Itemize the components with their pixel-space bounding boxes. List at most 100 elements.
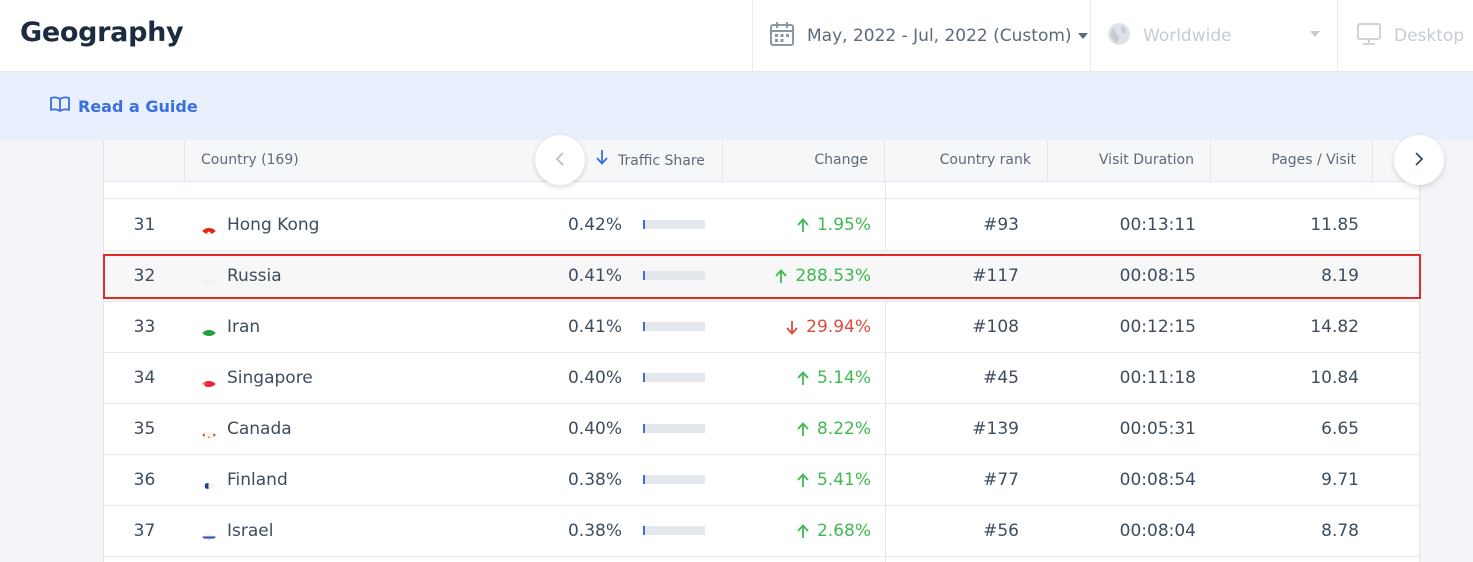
country-name: Hong Kong [227, 215, 320, 235]
table-row[interactable]: 34 Singapore 0.40% 5.14% #45 00:11:18 10.84 [104, 353, 1421, 404]
row-rank: 35 [133, 419, 156, 439]
traffic-share-bar-fill [643, 424, 645, 433]
table-row[interactable]: 36 Finland 0.38% 5.41% #77 00:08:54 9.71 [104, 455, 1421, 506]
date-range-label: May, 2022 - Jul, 2022 (Custom) [807, 25, 1072, 46]
scroll-right-button[interactable] [1394, 135, 1444, 185]
row-traffic-share: 0.38% [567, 521, 622, 541]
traffic-share-bar [643, 322, 705, 331]
iran-flag-icon [200, 318, 218, 336]
country-name: Finland [227, 470, 288, 490]
hong-kong-flag-icon [200, 216, 218, 234]
row-country-rank: #117 [972, 266, 1019, 286]
row-change: 288.53% [723, 251, 871, 301]
row-country-rank: #45 [983, 368, 1019, 388]
row-pages-visit: 10.84 [1310, 368, 1359, 388]
row-pages-visit: 8.78 [1321, 521, 1359, 541]
row-pages-visit: 6.65 [1321, 419, 1359, 439]
chevron-right-icon [1414, 151, 1424, 170]
table-header: Country (169) Traffic Share Change Count… [104, 140, 1421, 182]
row-country-rank: #93 [983, 215, 1019, 235]
arrow-up-icon [797, 421, 809, 437]
table-row[interactable]: 37 Israel 0.38% 2.68% #56 00:08:04 8.78 [104, 506, 1421, 557]
row-country-rank: #139 [972, 419, 1019, 439]
row-country[interactable]: Russia [200, 251, 282, 301]
row-pages-visit: 11.85 [1310, 215, 1359, 235]
row-traffic-share: 0.38% [567, 470, 622, 490]
table-row[interactable]: 33 Iran 0.41% 29.94% #108 00:12:15 14.82 [104, 302, 1421, 353]
row-rank: 32 [133, 266, 156, 286]
arrow-down-icon [786, 320, 798, 335]
row-country[interactable]: Iran [200, 302, 260, 352]
traffic-share-bar [643, 424, 705, 433]
change-value: 5.41% [816, 470, 871, 490]
read-guide-link[interactable]: Read a Guide [50, 96, 198, 116]
scroll-left-button[interactable] [535, 135, 585, 185]
column-change[interactable]: Change [723, 140, 885, 182]
column-visit-duration[interactable]: Visit Duration [1048, 140, 1211, 182]
region-label: Worldwide [1143, 25, 1232, 46]
chevron-left-icon [555, 151, 565, 170]
arrow-up-icon [797, 217, 809, 233]
row-country[interactable]: Singapore [200, 353, 313, 403]
table-row[interactable]: 32 Russia 0.41% 288.53% #117 00:08:15 8.19 [104, 251, 1421, 302]
table-row[interactable]: 35 Canada 0.40% 8.22% #139 00:05:31 6.65 [104, 404, 1421, 455]
russia-flag-icon [200, 267, 218, 285]
traffic-share-bar-fill [643, 322, 645, 331]
traffic-share-bar-fill [643, 220, 645, 229]
row-change: 5.41% [723, 455, 871, 505]
traffic-share-bar-fill [643, 373, 645, 382]
row-visit-duration: 00:08:54 [1119, 470, 1196, 490]
row-rank: 33 [133, 317, 156, 337]
row-change: 1.95% [723, 200, 871, 250]
traffic-share-bar-fill [643, 526, 645, 535]
change-value: 8.22% [816, 419, 871, 439]
row-change: 5.14% [723, 353, 871, 403]
row-visit-duration: 00:13:11 [1119, 215, 1196, 235]
row-rank: 36 [133, 470, 156, 490]
guide-bar: Read a Guide [0, 72, 1473, 140]
row-change: 8.22% [723, 404, 871, 454]
israel-flag-icon [200, 522, 218, 540]
arrow-up-icon [797, 472, 809, 488]
traffic-share-bar [643, 475, 705, 484]
top-bar: Geography May, 2022 - Jul, 2022 (Custom)… [0, 0, 1473, 72]
device-label: Desktop [1394, 25, 1465, 46]
row-visit-duration: 00:11:18 [1119, 368, 1196, 388]
row-country[interactable]: Israel [200, 506, 273, 556]
globe-icon [1107, 22, 1131, 50]
chevron-down-icon [1077, 32, 1088, 39]
row-traffic-share: 0.41% [567, 317, 622, 337]
desktop-icon [1356, 22, 1382, 50]
row-pages-visit: 14.82 [1310, 317, 1359, 337]
row-visit-duration: 00:05:31 [1119, 419, 1196, 439]
row-country[interactable]: Hong Kong [200, 200, 319, 250]
country-name: Russia [227, 266, 282, 286]
row-rank: 37 [133, 521, 156, 541]
column-pages-visit[interactable]: Pages / Visit [1211, 140, 1373, 182]
row-visit-duration: 00:08:15 [1119, 266, 1196, 286]
row-country-rank: #77 [983, 470, 1019, 490]
country-name: Canada [227, 419, 292, 439]
device-selector[interactable]: Desktop [1337, 0, 1473, 71]
partial-row [104, 182, 1421, 199]
date-range-selector[interactable]: May, 2022 - Jul, 2022 (Custom) [752, 0, 1090, 71]
row-country[interactable]: Finland [200, 455, 288, 505]
page-title: Geography [20, 17, 184, 48]
region-selector[interactable]: Worldwide [1090, 0, 1337, 71]
change-value: 1.95% [816, 215, 871, 235]
row-country-rank: #56 [983, 521, 1019, 541]
row-traffic-share: 0.40% [567, 368, 622, 388]
row-pages-visit: 8.19 [1321, 266, 1359, 286]
row-pages-visit: 9.71 [1321, 470, 1359, 490]
book-icon [50, 96, 70, 116]
row-country[interactable]: Canada [200, 404, 292, 454]
read-guide-label: Read a Guide [78, 96, 198, 116]
calendar-icon [769, 21, 795, 51]
column-country[interactable]: Country (169) [185, 140, 560, 182]
arrow-up-icon [775, 268, 788, 284]
table-row[interactable]: 31 Hong Kong 0.42% 1.95% #93 00:13:11 11.85 [104, 200, 1421, 251]
row-visit-duration: 00:08:04 [1119, 521, 1196, 541]
column-country-rank[interactable]: Country rank [885, 140, 1048, 182]
change-value: 288.53% [795, 266, 871, 286]
arrow-up-icon [797, 370, 809, 386]
